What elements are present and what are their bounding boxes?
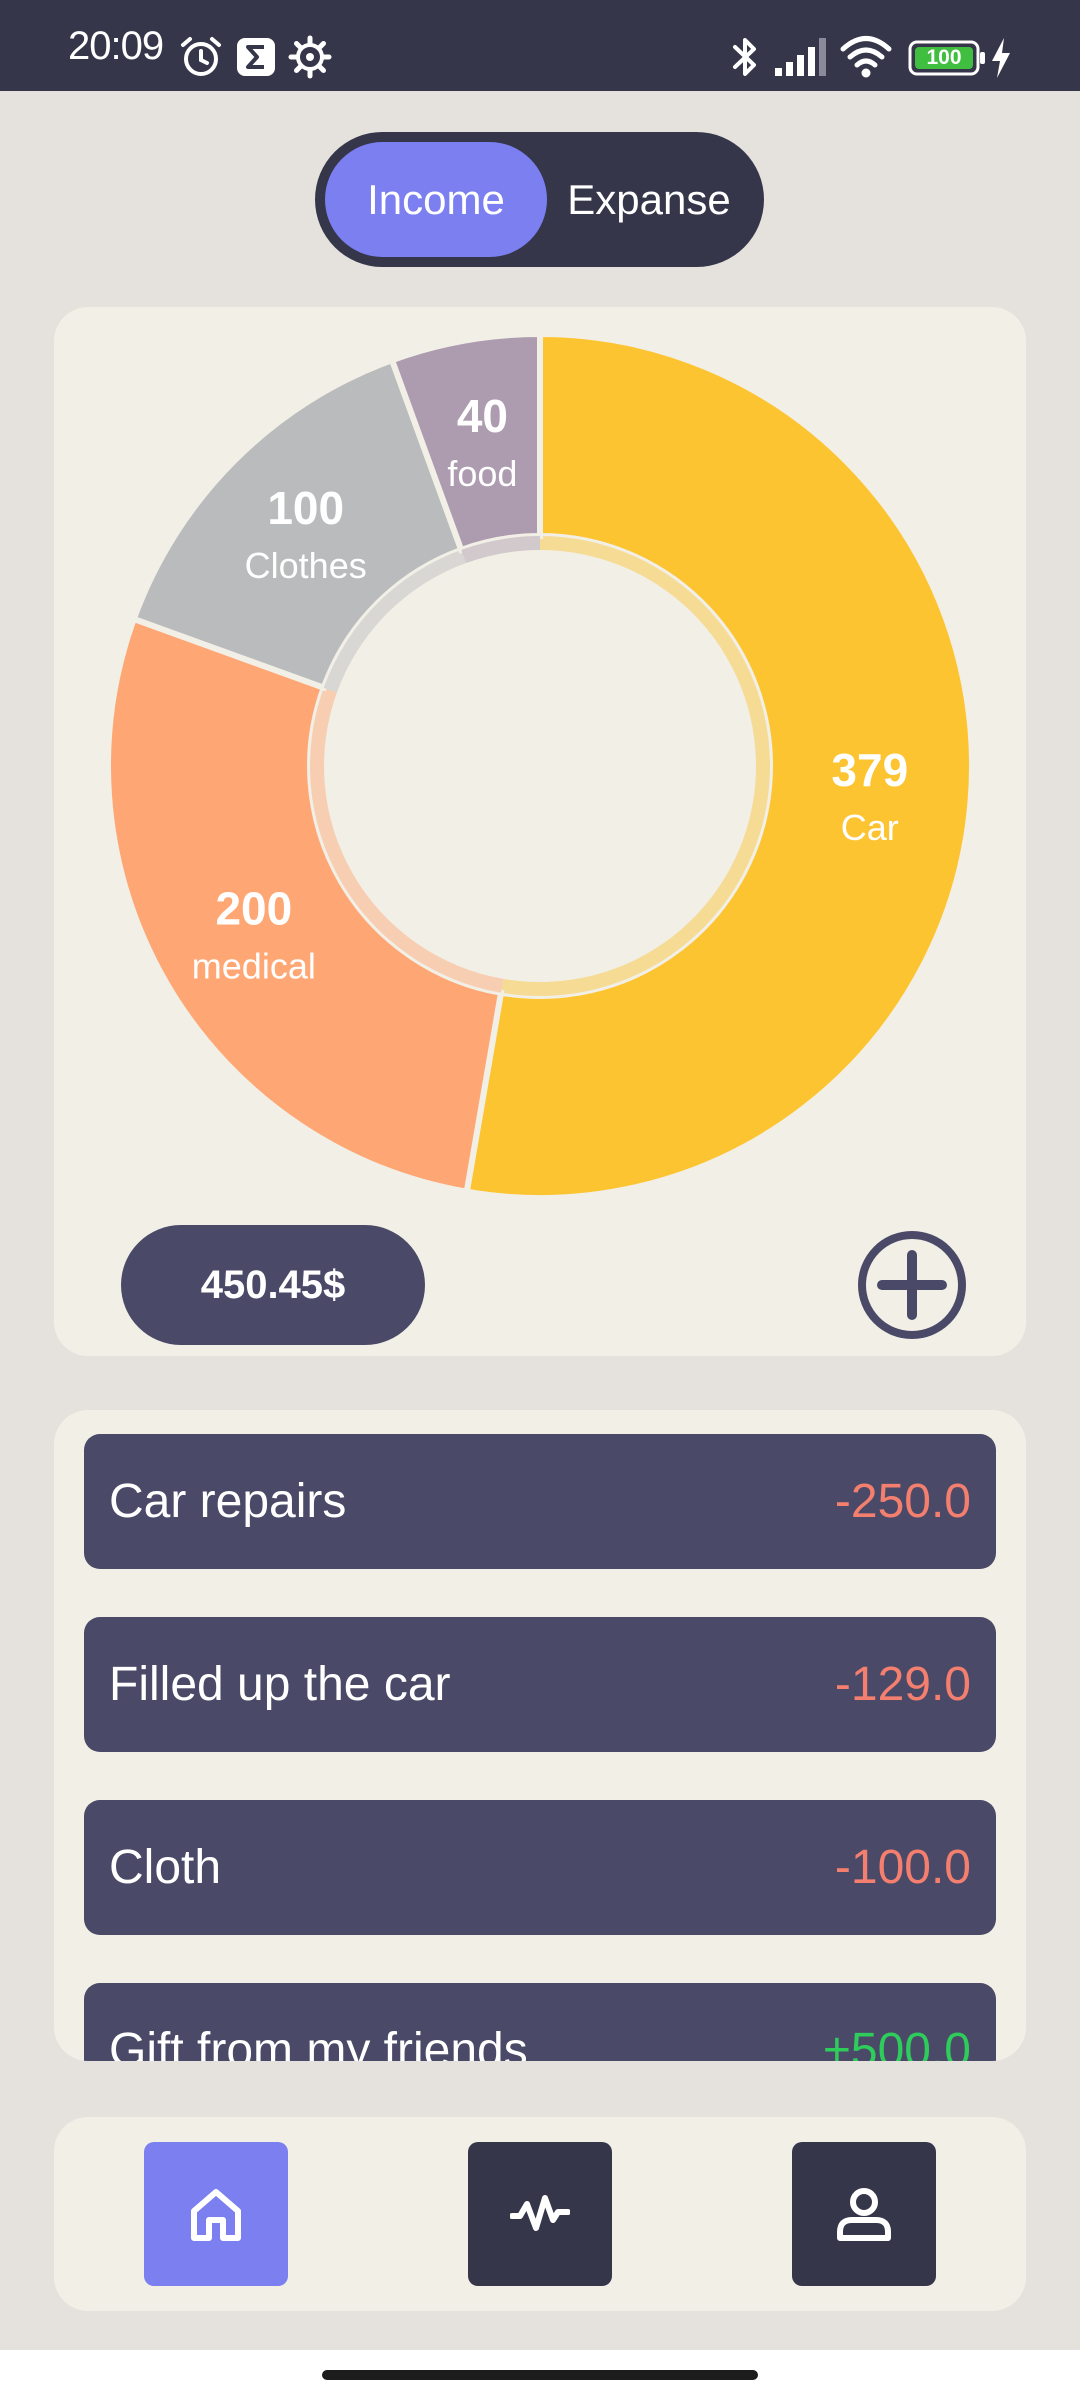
transaction-row[interactable]: Filled up the car -129.0 — [84, 1617, 996, 1752]
total-balance: 450.45$ — [121, 1225, 425, 1345]
transaction-label: Cloth — [109, 1841, 222, 1894]
transaction-label: Gift from my friends — [109, 2024, 528, 2061]
transaction-list: Car repairs -250.0 Filled up the car -129.0… — [84, 1434, 996, 2061]
chart-card: 379 Car 200 medical 100 Clothes 40 food 450.45$ — [54, 307, 1026, 1356]
transaction-label: Filled up the car — [109, 1658, 451, 1711]
slice-label-medical: medical — [192, 945, 316, 986]
slice-value-car: 379 — [831, 744, 908, 796]
alarm-icon — [181, 37, 221, 76]
slice-label-clothes: Clothes — [245, 545, 367, 586]
donut-slice-medical[interactable] — [105, 615, 505, 1196]
bottom-nav — [54, 2117, 1026, 2311]
profile-icon — [837, 2188, 891, 2241]
gear-icon — [288, 35, 332, 79]
nav-activity-button[interactable] — [468, 2142, 612, 2286]
activity-icon — [510, 2195, 570, 2231]
slice-label-car: Car — [841, 807, 899, 848]
transactions-card: Car repairs -250.0 Filled up the car -129.0… — [54, 1410, 1026, 2061]
nav-profile-button[interactable] — [792, 2142, 936, 2286]
slice-value-clothes: 100 — [267, 482, 344, 534]
nav-home-button[interactable] — [144, 2142, 288, 2286]
bluetooth-icon — [733, 38, 756, 76]
transaction-amount: -129.0 — [834, 1658, 971, 1711]
transaction-label: Car repairs — [109, 1475, 347, 1528]
wifi-icon — [840, 36, 892, 78]
signal-icon — [775, 38, 826, 76]
tab-expanse[interactable]: Expanse — [540, 142, 758, 257]
transaction-row[interactable]: Gift from my friends +500.0 — [84, 1983, 996, 2061]
status-time: 20:09 — [68, 24, 164, 68]
home-indicator[interactable] — [322, 2370, 758, 2380]
income-expense-toggle: Income Expanse — [315, 132, 764, 267]
battery-level: 100 — [926, 46, 962, 69]
status-bar: 20:09 100 — [0, 0, 1080, 91]
home-icon — [191, 2189, 241, 2241]
plus-circle-icon[interactable] — [856, 1229, 968, 1341]
charging-icon — [992, 38, 1010, 78]
transaction-amount: -100.0 — [834, 1841, 971, 1894]
transaction-amount: -250.0 — [834, 1475, 971, 1528]
transaction-row[interactable]: Car repairs -250.0 — [84, 1434, 996, 1569]
transaction-amount: +500.0 — [822, 2024, 971, 2061]
sigma-icon — [237, 38, 275, 76]
slice-value-food: 40 — [457, 390, 508, 442]
slice-value-medical: 200 — [215, 882, 292, 934]
donut-chart: 379 Car 200 medical 100 Clothes 40 food — [105, 330, 975, 1201]
transaction-row[interactable]: Cloth -100.0 — [84, 1800, 996, 1935]
slice-label-food: food — [447, 453, 517, 494]
tab-income[interactable]: Income — [325, 142, 547, 257]
